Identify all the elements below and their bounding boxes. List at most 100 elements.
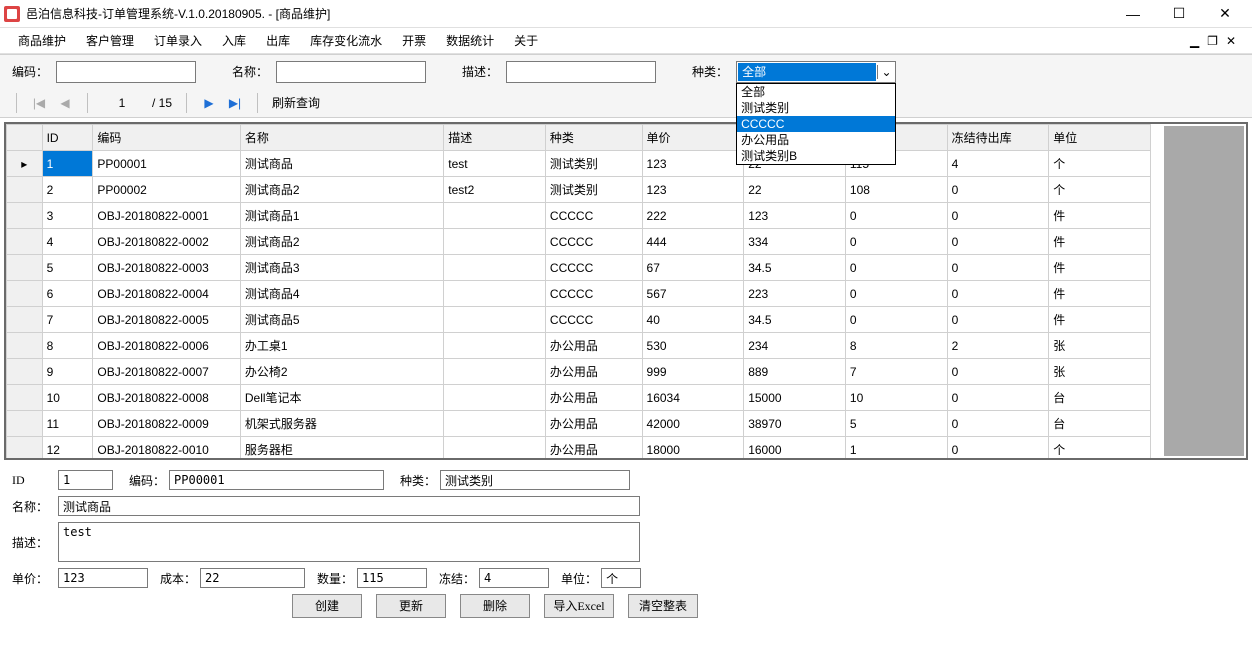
cell-code[interactable]: OBJ-20180822-0005: [93, 307, 240, 333]
kind-option[interactable]: 办公用品: [737, 132, 895, 148]
maximize-button[interactable]: ☐: [1156, 0, 1202, 28]
form-kind-input[interactable]: [440, 470, 630, 490]
menu-开票[interactable]: 开票: [392, 30, 436, 52]
form-cost-input[interactable]: [200, 568, 305, 588]
cell-price[interactable]: 67: [642, 255, 744, 281]
table-row[interactable]: ▸1PP00001测试商品test测试类别123221154个: [7, 151, 1151, 177]
cell-kind[interactable]: CCCCC: [545, 255, 642, 281]
update-button[interactable]: 更新: [376, 594, 446, 618]
cell-cost[interactable]: 34.5: [744, 307, 846, 333]
data-grid[interactable]: ID编码名称描述种类单价数量冻结待出库单位 ▸1PP00001测试商品test测…: [4, 122, 1248, 460]
row-header[interactable]: [7, 229, 43, 255]
menu-商品维护[interactable]: 商品维护: [8, 30, 76, 52]
row-header[interactable]: ▸: [7, 151, 43, 177]
cell-unit[interactable]: 个: [1049, 151, 1151, 177]
column-header[interactable]: 冻结待出库: [947, 125, 1049, 151]
refresh-button[interactable]: 刷新查询: [272, 94, 320, 111]
cell-id[interactable]: 5: [42, 255, 93, 281]
table-row[interactable]: 7OBJ-20180822-0005测试商品5CCCCC4034.500件: [7, 307, 1151, 333]
cell-freeze[interactable]: 0: [947, 359, 1049, 385]
table-row[interactable]: 8OBJ-20180822-0006办工桌1办公用品53023482张: [7, 333, 1151, 359]
cell-freeze[interactable]: 0: [947, 385, 1049, 411]
row-header[interactable]: [7, 203, 43, 229]
cell-freeze[interactable]: 0: [947, 229, 1049, 255]
column-header[interactable]: 单价: [642, 125, 744, 151]
cell-name[interactable]: 办公椅2: [240, 359, 443, 385]
cell-price[interactable]: 16034: [642, 385, 744, 411]
menu-入库[interactable]: 入库: [212, 30, 256, 52]
cell-price[interactable]: 123: [642, 151, 744, 177]
cell-freeze[interactable]: 0: [947, 281, 1049, 307]
form-qty-input[interactable]: [357, 568, 427, 588]
cell-freeze[interactable]: 0: [947, 437, 1049, 461]
prev-page-button[interactable]: ◀: [57, 95, 73, 111]
cell-kind[interactable]: 办公用品: [545, 385, 642, 411]
cell-qty[interactable]: 0: [845, 281, 947, 307]
table-row[interactable]: 10OBJ-20180822-0008Dell笔记本办公用品1603415000…: [7, 385, 1151, 411]
column-header[interactable]: 名称: [240, 125, 443, 151]
column-header[interactable]: ID: [42, 125, 93, 151]
kind-option[interactable]: 测试类别B: [737, 148, 895, 164]
cell-name[interactable]: 办工桌1: [240, 333, 443, 359]
filter-code-input[interactable]: [56, 61, 196, 83]
cell-unit[interactable]: 张: [1049, 359, 1151, 385]
mdi-restore-icon[interactable]: ❐: [1207, 34, 1218, 48]
cell-desc[interactable]: [444, 359, 546, 385]
cell-cost[interactable]: 123: [744, 203, 846, 229]
cell-code[interactable]: OBJ-20180822-0003: [93, 255, 240, 281]
row-header[interactable]: [7, 307, 43, 333]
cell-freeze[interactable]: 0: [947, 411, 1049, 437]
cell-price[interactable]: 222: [642, 203, 744, 229]
cell-unit[interactable]: 件: [1049, 281, 1151, 307]
row-header[interactable]: [7, 437, 43, 461]
cell-qty[interactable]: 7: [845, 359, 947, 385]
cell-cost[interactable]: 16000: [744, 437, 846, 461]
menu-关于[interactable]: 关于: [504, 30, 548, 52]
menu-库存变化流水[interactable]: 库存变化流水: [300, 30, 392, 52]
table-row[interactable]: 3OBJ-20180822-0001测试商品1CCCCC22212300件: [7, 203, 1151, 229]
chevron-down-icon[interactable]: ⌄: [877, 65, 895, 79]
cell-unit[interactable]: 个: [1049, 437, 1151, 461]
cell-freeze[interactable]: 4: [947, 151, 1049, 177]
cell-desc[interactable]: [444, 255, 546, 281]
form-price-input[interactable]: [58, 568, 148, 588]
cell-name[interactable]: 测试商品1: [240, 203, 443, 229]
cell-freeze[interactable]: 0: [947, 255, 1049, 281]
cell-price[interactable]: 567: [642, 281, 744, 307]
cell-kind[interactable]: CCCCC: [545, 307, 642, 333]
close-button[interactable]: ✕: [1202, 0, 1248, 28]
cell-name[interactable]: 测试商品: [240, 151, 443, 177]
table-row[interactable]: 11OBJ-20180822-0009机架式服务器办公用品42000389705…: [7, 411, 1151, 437]
cell-price[interactable]: 18000: [642, 437, 744, 461]
cell-kind[interactable]: CCCCC: [545, 229, 642, 255]
cell-code[interactable]: OBJ-20180822-0006: [93, 333, 240, 359]
table-row[interactable]: 9OBJ-20180822-0007办公椅2办公用品99988970张: [7, 359, 1151, 385]
cell-price[interactable]: 999: [642, 359, 744, 385]
cell-code[interactable]: OBJ-20180822-0004: [93, 281, 240, 307]
cell-desc[interactable]: [444, 333, 546, 359]
cell-freeze[interactable]: 2: [947, 333, 1049, 359]
cell-cost[interactable]: 234: [744, 333, 846, 359]
filter-name-input[interactable]: [276, 61, 426, 83]
row-header[interactable]: [7, 411, 43, 437]
cell-unit[interactable]: 台: [1049, 385, 1151, 411]
menu-数据统计[interactable]: 数据统计: [436, 30, 504, 52]
row-header[interactable]: [7, 177, 43, 203]
cell-qty[interactable]: 0: [845, 307, 947, 333]
cell-cost[interactable]: 34.5: [744, 255, 846, 281]
form-freeze-input[interactable]: [479, 568, 549, 588]
cell-qty[interactable]: 10: [845, 385, 947, 411]
cell-name[interactable]: 测试商品5: [240, 307, 443, 333]
cell-qty[interactable]: 0: [845, 229, 947, 255]
cell-price[interactable]: 123: [642, 177, 744, 203]
cell-name[interactable]: 测试商品4: [240, 281, 443, 307]
cell-code[interactable]: OBJ-20180822-0007: [93, 359, 240, 385]
cell-code[interactable]: OBJ-20180822-0001: [93, 203, 240, 229]
cell-id[interactable]: 9: [42, 359, 93, 385]
cell-id[interactable]: 10: [42, 385, 93, 411]
cell-desc[interactable]: [444, 281, 546, 307]
cell-code[interactable]: OBJ-20180822-0002: [93, 229, 240, 255]
create-button[interactable]: 创建: [292, 594, 362, 618]
cell-id[interactable]: 11: [42, 411, 93, 437]
column-header[interactable]: 描述: [444, 125, 546, 151]
